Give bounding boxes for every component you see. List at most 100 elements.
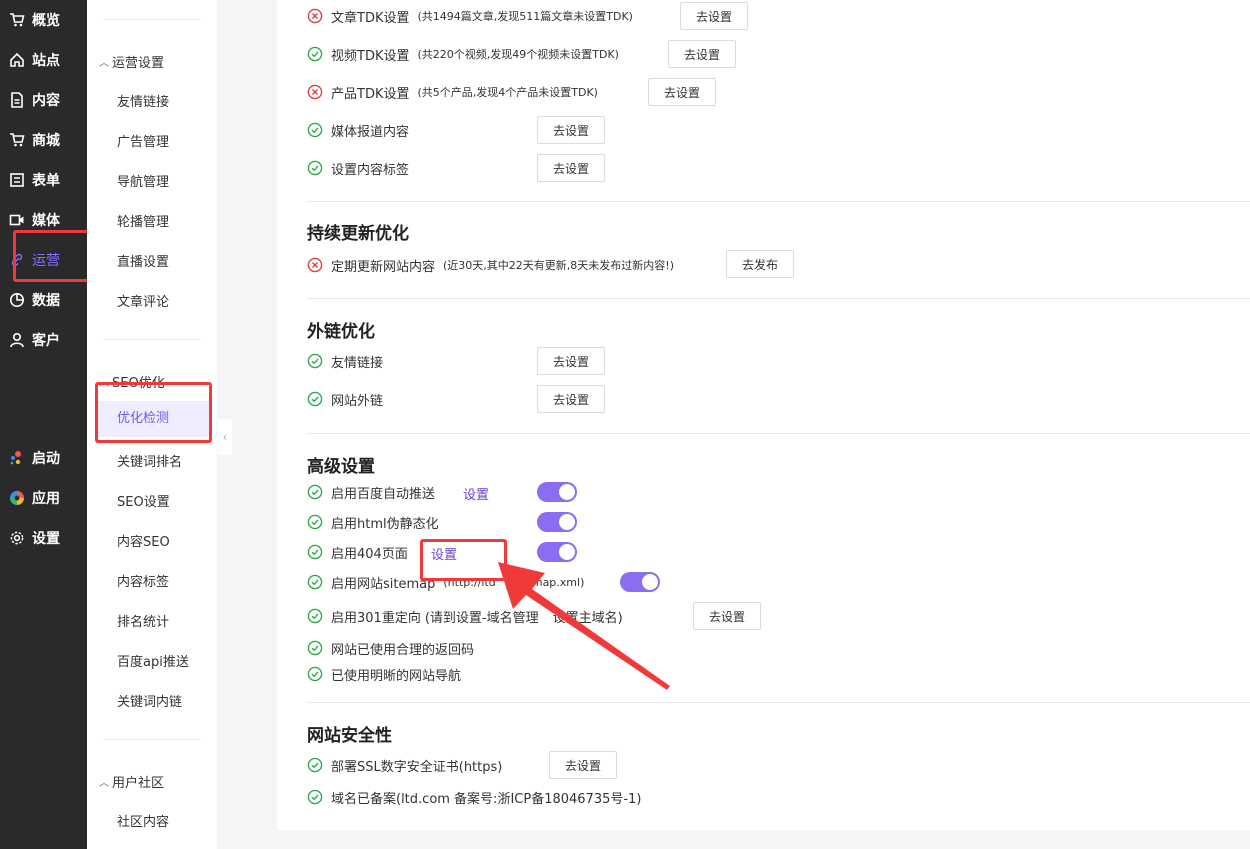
go-setup-button[interactable]: 去设置 <box>549 751 617 779</box>
link-icon <box>8 251 26 269</box>
check-label: 部署SSL数字安全证书(https) <box>331 759 503 775</box>
section-title-advanced: 高级设置 <box>307 457 375 477</box>
check-row-product-tdk: 产品TDK设置 (共5个产品,发现4个产品未设置TDK) <box>307 82 598 102</box>
submenu-item-content-seo[interactable]: 内容SEO <box>117 531 170 550</box>
go-setup-button[interactable]: 去设置 <box>537 347 605 375</box>
nav-item-data[interactable]: 数据 <box>0 280 87 320</box>
check-row-baidu-push: 启用百度自动推送 <box>307 482 435 502</box>
check-note: (共220个视频,发现49个视频未设置TDK) <box>417 48 619 61</box>
pie-chart-icon <box>8 291 26 309</box>
nav-item-media[interactable]: 媒体 <box>0 200 87 240</box>
check-row-ssl: 部署SSL数字安全证书(https) <box>307 755 502 775</box>
submenu-item-ads[interactable]: 广告管理 <box>117 131 169 150</box>
check-row-icp-record: 域名已备案(ltd.com 备案号:浙ICP备18046735号-1) <box>307 787 641 807</box>
submenu-item-seo-settings[interactable]: SEO设置 <box>117 491 170 510</box>
check-note: 设置主域名) <box>552 610 623 626</box>
check-label: 文章TDK设置 <box>331 10 410 26</box>
go-publish-button[interactable]: 去发布 <box>726 250 794 278</box>
check-label: 启用404页面 <box>331 546 408 562</box>
nav-item-launch[interactable]: 启动 <box>0 438 87 478</box>
sitemap-toggle[interactable] <box>620 572 660 592</box>
nav-item-shop[interactable]: 商城 <box>0 120 87 160</box>
submenu-item-keyword-ranking[interactable]: 关键词排名 <box>117 451 182 470</box>
check-label: 定期更新网站内容 <box>331 259 436 275</box>
gear-icon <box>8 529 26 547</box>
nav-item-label: 商城 <box>32 133 60 149</box>
check-circle-icon <box>307 514 323 530</box>
go-setup-button[interactable]: 去设置 <box>537 154 605 182</box>
nav-item-form[interactable]: 表单 <box>0 160 87 200</box>
check-circle-icon <box>307 484 323 500</box>
check-label: 网站外链 <box>331 393 384 409</box>
submenu-item-baidu-api[interactable]: 百度api推送 <box>117 651 189 670</box>
check-label: 视频TDK设置 <box>331 48 410 64</box>
nav-item-apps[interactable]: 应用 <box>0 478 87 518</box>
divider <box>103 19 201 20</box>
section-divider <box>307 201 1250 202</box>
go-setup-button[interactable]: 去设置 <box>648 78 716 106</box>
toggle-knob <box>559 544 575 560</box>
apps-icon <box>8 489 26 507</box>
submenu-group-title: 用户社区 <box>112 776 165 791</box>
pseudo-static-toggle[interactable] <box>537 512 577 532</box>
nav-item-customers[interactable]: 客户 <box>0 320 87 360</box>
go-setup-button[interactable]: 去设置 <box>537 385 605 413</box>
nav-item-label: 设置 <box>32 531 60 547</box>
submenu-item-navigation[interactable]: 导航管理 <box>117 171 169 190</box>
check-label: 已使用明晰的网站导航 <box>331 668 462 684</box>
check-row-article-tdk: 文章TDK设置 (共1494篇文章,发现511篇文章未设置TDK) <box>307 6 633 26</box>
submenu-group-community[interactable]: ︿ 用户社区 <box>99 772 164 791</box>
chevron-left-icon: ‹ <box>222 430 228 444</box>
check-label: 友情链接 <box>331 355 384 371</box>
submenu-item-comments[interactable]: 文章评论 <box>117 291 169 310</box>
check-row-sitemap: 启用网站sitemap (http://ltd itemap.xml) <box>307 572 584 592</box>
shop-icon <box>8 131 26 149</box>
go-setup-button[interactable]: 去设置 <box>680 2 748 30</box>
go-setup-button[interactable]: 去设置 <box>668 40 736 68</box>
section-divider <box>307 702 1250 703</box>
404-page-toggle[interactable] <box>537 542 577 562</box>
submenu-group-title: 运营设置 <box>112 56 165 71</box>
nav-item-label: 客户 <box>32 333 60 349</box>
optimization-panel: 文章TDK设置 (共1494篇文章,发现511篇文章未设置TDK) 去设置 视频… <box>277 0 1250 830</box>
submenu-item-community-content[interactable]: 社区内容 <box>117 811 169 830</box>
home-icon <box>8 51 26 69</box>
submenu-item-friend-links[interactable]: 友情链接 <box>117 91 169 110</box>
submenu-item-live[interactable]: 直播设置 <box>117 251 169 270</box>
go-setup-button[interactable]: 去设置 <box>537 116 605 144</box>
chevron-up-icon: ︿ <box>99 378 109 389</box>
section-title-backlinks: 外链优化 <box>307 322 375 342</box>
secondary-menu: ︿ 运营设置 友情链接 广告管理 导航管理 轮播管理 直播设置 文章评论 ︿ S… <box>87 0 217 849</box>
check-note: (http://ltd <box>443 575 496 589</box>
check-row-media-reports: 媒体报道内容 <box>307 120 409 140</box>
nav-item-label: 站点 <box>32 53 60 69</box>
nav-item-content[interactable]: 内容 <box>0 80 87 120</box>
check-label: 域名已备案(ltd.com 备案号:浙ICP备18046735号-1) <box>331 791 642 807</box>
submenu-group-operations[interactable]: ︿ 运营设置 <box>99 52 164 71</box>
check-row-301-redirect: 启用301重定向 (请到设置-域名管理 设置主域名) <box>307 606 623 626</box>
error-circle-icon <box>307 8 323 24</box>
baidu-push-toggle[interactable] <box>537 482 577 502</box>
submenu-item-optimization-check[interactable]: 优化检测 <box>98 401 210 437</box>
nav-item-site[interactable]: 站点 <box>0 40 87 80</box>
check-row-external-links: 网站外链 <box>307 389 383 409</box>
submenu-item-carousel[interactable]: 轮播管理 <box>117 211 169 230</box>
submenu-item-content-tags[interactable]: 内容标签 <box>117 571 169 590</box>
check-circle-icon <box>307 46 323 62</box>
nav-item-overview[interactable]: 概览 <box>0 0 87 40</box>
submenu-item-keyword-links[interactable]: 关键词内链 <box>117 691 182 710</box>
check-row-404-page: 启用404页面 <box>307 542 408 562</box>
submenu-item-ranking-stats[interactable]: 排名统计 <box>117 611 169 630</box>
check-circle-icon <box>307 160 323 176</box>
toggle-knob <box>559 484 575 500</box>
submenu-group-seo[interactable]: ︿ SEO优化 <box>99 372 165 391</box>
collapse-sidebar-button[interactable]: ‹ <box>218 419 232 455</box>
404-page-settings-link[interactable]: 设置 <box>431 544 457 563</box>
check-circle-icon <box>307 574 323 590</box>
divider <box>103 739 201 740</box>
baidu-push-settings-link[interactable]: 设置 <box>463 484 489 503</box>
nav-item-settings[interactable]: 设置 <box>0 518 87 558</box>
nav-item-operations[interactable]: 运营 <box>0 240 87 280</box>
primary-nav: 概览 站点 内容 商城 表单 媒体 运营 数据 客户 启动 应用 设置 <box>0 0 87 849</box>
go-setup-button[interactable]: 去设置 <box>693 602 761 630</box>
